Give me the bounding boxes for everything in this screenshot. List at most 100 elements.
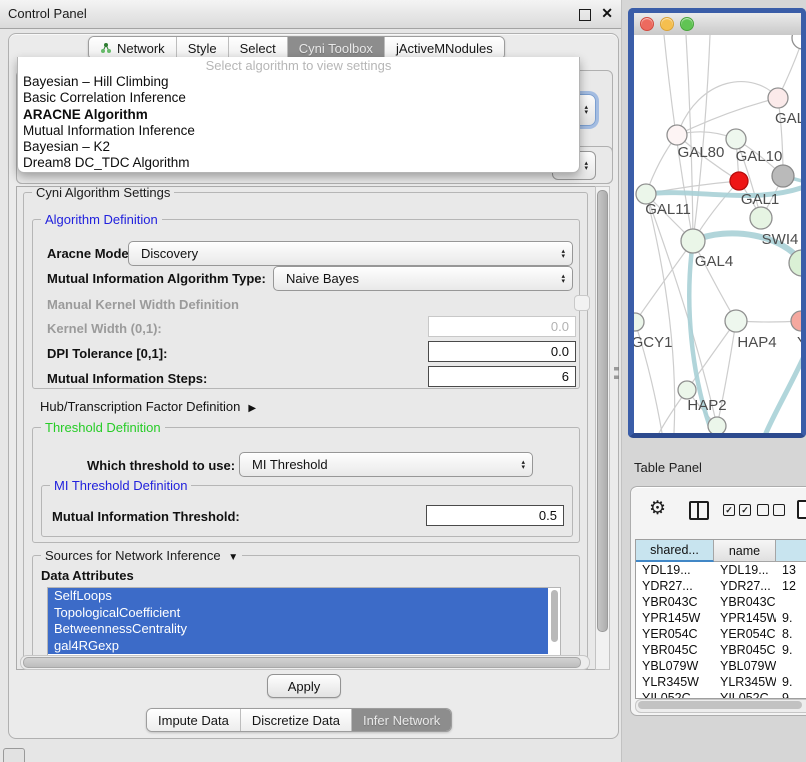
bottom-tab-bar: Impute DataDiscretize DataInfer Network — [146, 708, 452, 732]
network-view-window[interactable]: GALGAL80GAL10GAL1GAL11SWI4GAL4GCY1HAP4YH… — [628, 8, 806, 438]
algorithm-option-basic-correlation-inference[interactable]: Basic Correlation Inference — [18, 90, 579, 106]
attributes-scrollbar[interactable] — [550, 589, 559, 655]
table-row[interactable]: YER054CYER054C8. — [636, 626, 806, 642]
apply-button[interactable]: Apply — [267, 674, 341, 698]
attribute-item-topologicalcoefficient[interactable]: TopologicalCoefficient — [48, 605, 548, 622]
table-cell: YBL079W — [714, 659, 776, 673]
table-row[interactable]: YBR043CYBR043C — [636, 594, 806, 610]
manual-kernel-checkbox[interactable] — [574, 295, 590, 311]
bottom-tab-infer-network[interactable]: Infer Network — [351, 709, 451, 731]
table-row[interactable]: YIL052CYIL052C9 — [636, 690, 806, 699]
node-label-gal80: GAL80 — [678, 144, 725, 161]
tab-label: Cyni Toolbox — [299, 41, 373, 56]
network-node-gal10[interactable] — [726, 129, 746, 149]
split-columns-icon[interactable] — [689, 501, 709, 520]
threshold-definition-title: Threshold Definition — [41, 420, 165, 435]
sources-title[interactable]: Sources for Network Inference ▼ — [41, 548, 242, 563]
bottom-tab-impute-data[interactable]: Impute Data — [147, 709, 240, 731]
table-cell: 13 — [776, 563, 806, 577]
network-node-gal80[interactable] — [667, 125, 687, 145]
close-window-icon[interactable] — [640, 17, 654, 31]
tab-label: Style — [188, 41, 217, 56]
tab-label: Network — [117, 41, 165, 56]
node-label-hap2: HAP2 — [687, 397, 726, 414]
control-panel: Control Panel ✕ NetworkStyleSelectCyni T… — [0, 0, 622, 762]
corner-button[interactable] — [3, 748, 25, 762]
table-cell: YDR27... — [714, 579, 776, 593]
tab-style[interactable]: Style — [176, 37, 228, 59]
float-panel-icon[interactable] — [579, 9, 591, 21]
gear-icon[interactable]: ⚙ — [649, 499, 666, 518]
network-node-y[interactable] — [791, 311, 801, 331]
network-node-swi4[interactable] — [750, 207, 772, 229]
table-cell: YLR345W — [714, 675, 776, 689]
mi-threshold-field[interactable]: 0.5 — [426, 505, 564, 526]
column-header-name[interactable]: name — [714, 540, 776, 562]
algorithm-option-dream8-dc-tdc-algorithm[interactable]: Dream8 DC_TDC Algorithm — [18, 155, 579, 171]
algorithm-option-bayesian-k2[interactable]: Bayesian – K2 — [18, 139, 579, 155]
panel-splitter[interactable] — [614, 367, 619, 379]
zoom-window-icon[interactable] — [680, 17, 694, 31]
network-canvas[interactable]: GALGAL80GAL10GAL1GAL11SWI4GAL4GCY1HAP4YH… — [634, 35, 801, 433]
mi-steps-label: Mutual Information Steps: — [47, 371, 207, 386]
mi-steps-field[interactable]: 6 — [428, 366, 576, 387]
algorithm-option-bayesian-hill-climbing[interactable]: Bayesian – Hill Climbing — [18, 74, 579, 90]
network-node-gal[interactable] — [768, 88, 788, 108]
attribute-item-gal4rgexp[interactable]: gal4RGexp — [48, 638, 548, 655]
attribute-item-betweennesscentrality[interactable]: BetweennessCentrality — [48, 621, 548, 638]
table-cell: YBR045C — [636, 643, 714, 657]
algorithm-option-aracne-algorithm[interactable]: ARACNE Algorithm — [18, 107, 579, 123]
node-table[interactable]: shared...name YDL19...YDL19...13YDR27...… — [635, 539, 806, 699]
network-graph[interactable]: GALGAL80GAL10GAL1GAL11SWI4GAL4GCY1HAP4YH… — [634, 35, 801, 433]
kernel-width-field: 0.0 — [428, 316, 576, 337]
column-header-shared[interactable]: shared... — [636, 540, 714, 562]
dropdown-item-list: Bayesian – Hill ClimbingBasic Correlatio… — [18, 74, 579, 172]
which-threshold-select[interactable]: MI Threshold ▴▾ — [239, 452, 533, 477]
data-attributes-list[interactable]: SelfLoopsTopologicalCoefficientBetweenne… — [47, 587, 561, 659]
spinner-icon: ▴▾ — [561, 249, 565, 259]
attribute-item-selfloops[interactable]: SelfLoops — [48, 588, 548, 605]
algorithm-option-mutual-information-inference[interactable]: Mutual Information Inference — [18, 123, 579, 139]
spinner-icon: ▴▾ — [561, 274, 565, 284]
collapsed-triangle-icon: ▶ — [248, 403, 256, 414]
network-node-gcy1[interactable] — [634, 313, 644, 331]
network-node-gal1[interactable] — [730, 172, 748, 190]
settings-horizontal-scrollbar[interactable] — [20, 655, 590, 670]
network-node[interactable] — [772, 165, 794, 187]
hub-definition-toggle[interactable]: Hub/Transcription Factor Definition▶ — [40, 399, 256, 414]
minimize-window-icon[interactable] — [660, 17, 674, 31]
tab-jactivemnodules[interactable]: jActiveMNodules — [384, 37, 504, 59]
tab-network[interactable]: Network — [89, 37, 176, 59]
table-row[interactable]: YDR27...YDR27...12 — [636, 578, 806, 594]
dpi-tolerance-field[interactable]: 0.0 — [428, 341, 576, 362]
table-cell: YDR27... — [636, 579, 714, 593]
checked-columns-icon[interactable]: ✓✓ — [723, 504, 751, 516]
partial-table-icon[interactable] — [797, 500, 806, 519]
table-row[interactable]: YLR345WYLR345W9. — [636, 674, 806, 690]
close-icon[interactable]: ✕ — [601, 5, 613, 22]
table-row[interactable]: YBR045CYBR045C9. — [636, 642, 806, 658]
table-row[interactable]: YPR145WYPR145W9. — [636, 610, 806, 626]
column-header[interactable] — [776, 540, 806, 562]
spinner-icon: ▴▾ — [521, 460, 525, 470]
bottom-tab-discretize-data[interactable]: Discretize Data — [240, 709, 351, 731]
node-label-hap4: HAP4 — [737, 334, 776, 351]
network-node-gal4[interactable] — [681, 229, 705, 253]
node-label-gal1: GAL1 — [741, 191, 779, 208]
tab-select[interactable]: Select — [228, 37, 287, 59]
table-row[interactable]: YBL079WYBL079W — [636, 658, 806, 674]
table-cell: 9. — [776, 611, 806, 625]
mi-type-select[interactable]: Naive Bayes ▴▾ — [273, 266, 573, 291]
settings-vertical-scrollbar[interactable] — [595, 186, 610, 670]
aracne-mode-value: Discovery — [141, 246, 198, 261]
table-header-row: shared...name — [636, 540, 806, 562]
unchecked-columns-icon[interactable] — [757, 504, 785, 516]
table-row[interactable]: YDL19...YDL19...13 — [636, 562, 806, 578]
network-node-hap4[interactable] — [725, 310, 747, 332]
aracne-mode-select[interactable]: Discovery ▴▾ — [128, 241, 573, 266]
network-node[interactable] — [708, 417, 726, 433]
table-horizontal-scrollbar[interactable] — [635, 699, 806, 713]
tab-cyni-toolbox[interactable]: Cyni Toolbox — [287, 37, 384, 59]
network-node[interactable] — [792, 35, 801, 49]
network-window-titlebar[interactable] — [634, 13, 801, 36]
